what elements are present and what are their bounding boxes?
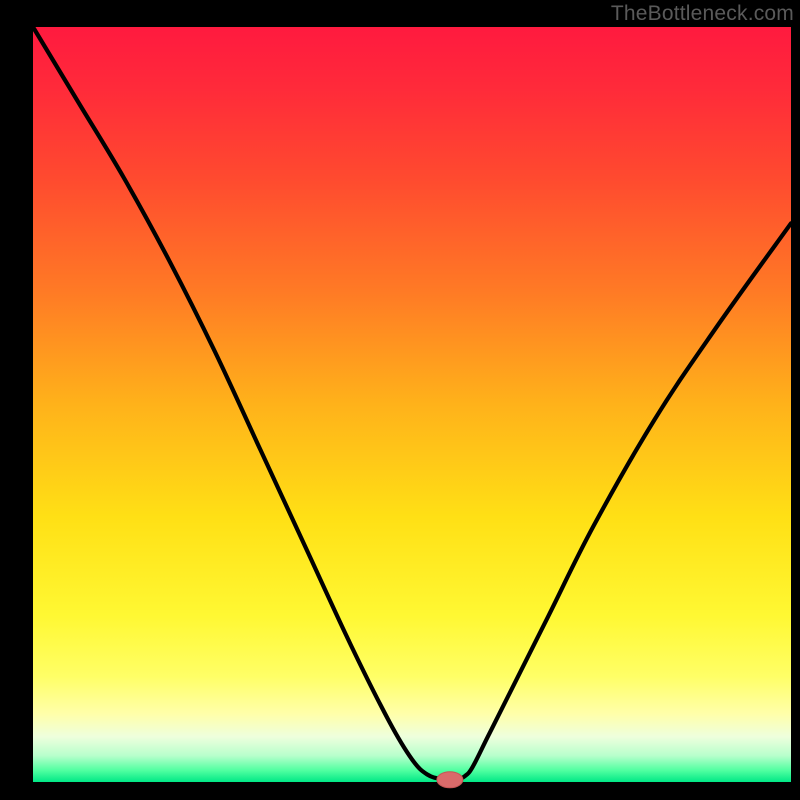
optimum-marker [437, 772, 463, 788]
bottleneck-chart [0, 0, 800, 800]
plot-background [33, 27, 791, 782]
attribution-label: TheBottleneck.com [611, 2, 794, 26]
chart-frame: TheBottleneck.com [0, 0, 800, 800]
